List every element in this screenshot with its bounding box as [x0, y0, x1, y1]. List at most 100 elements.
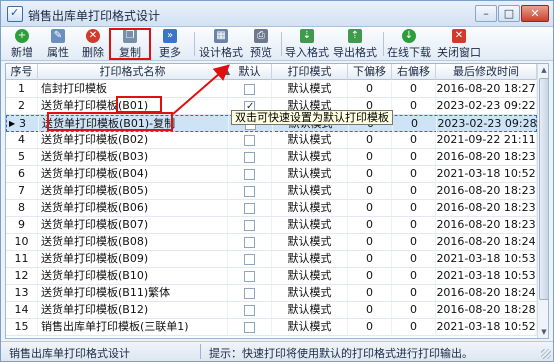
window-title: 销售出库单打印格式设计: [28, 9, 161, 23]
cell-default-checkbox: [228, 251, 272, 267]
table-row[interactable]: 7 送货单打印模板(B05) 默认模式 0 0 2016-08-20 18:23: [6, 183, 537, 200]
import-format-button[interactable]: ⇣ 导入格式: [285, 28, 329, 59]
default-checkbox[interactable]: [244, 305, 255, 316]
cell-down-offset: 0: [348, 149, 392, 165]
resize-grip-icon[interactable]: [541, 349, 551, 359]
status-hint: 提示：快速打印将使用默认的打印格式进行打印输出。: [209, 347, 473, 360]
close-window-icon: ✕: [452, 29, 466, 43]
cell-modified-time: 2023-02-23 09:22: [436, 98, 537, 114]
sort-arrow-icon: ▲: [224, 67, 231, 76]
cell-format-name: 送货单打印模板(B02): [38, 132, 228, 148]
import-icon: ⇣: [300, 29, 314, 43]
cell-down-offset: 0: [348, 166, 392, 182]
cell-down-offset: 0: [348, 81, 392, 97]
maximize-button[interactable]: □: [498, 5, 520, 22]
vertical-scrollbar[interactable]: ▲ ▼: [537, 64, 548, 338]
cell-right-offset: 0: [392, 98, 436, 114]
table-row[interactable]: 13 送货单打印模板(B11)繁体 默认模式 0 0 2016-08-20 18:24: [6, 285, 537, 302]
default-checkbox[interactable]: [244, 220, 255, 231]
more-icon: »: [163, 29, 177, 43]
cell-default-checkbox: [228, 217, 272, 233]
cell-down-offset: 0: [348, 234, 392, 250]
scroll-up-icon[interactable]: ▲: [539, 64, 548, 76]
more-button[interactable]: » 更多: [153, 28, 187, 59]
toolbar-separator: [281, 32, 282, 56]
cell-print-mode: 默认模式: [272, 81, 348, 97]
cell-no: 10: [6, 234, 38, 250]
export-format-button[interactable]: ⇡ 导出格式: [333, 28, 377, 59]
cell-format-name: 送货单打印模板(B04): [38, 166, 228, 182]
delete-button[interactable]: ✕ 删除: [78, 28, 108, 59]
close-window-button[interactable]: ✕ 关闭窗口: [437, 28, 481, 59]
table-row[interactable]: 9 送货单打印模板(B07) 默认模式 0 0 2016-08-20 18:23: [6, 217, 537, 234]
default-checkbox[interactable]: [244, 84, 255, 95]
scroll-down-icon[interactable]: ▼: [539, 326, 548, 338]
default-checkbox[interactable]: [244, 271, 255, 282]
cell-right-offset: 0: [392, 268, 436, 284]
table-row[interactable]: 10 送货单打印模板(B08) 默认模式 0 0 2016-08-20 18:24: [6, 234, 537, 251]
default-checkbox[interactable]: [244, 135, 255, 146]
default-checkbox[interactable]: [244, 203, 255, 214]
cell-down-offset: 0: [348, 132, 392, 148]
cell-print-mode: 默认模式: [272, 319, 348, 335]
cell-right-offset: 0: [392, 302, 436, 318]
minimize-button[interactable]: –: [475, 5, 497, 22]
table-row[interactable]: 8 送货单打印模板(B06) 默认模式 0 0 2016-08-20 18:23: [6, 200, 537, 217]
col-header-down-offset[interactable]: 下偏移: [348, 64, 392, 80]
cell-modified-time: 2016-08-20 18:23: [436, 149, 537, 165]
cell-print-mode: 默认模式: [272, 268, 348, 284]
default-checkbox[interactable]: [244, 237, 255, 248]
cell-print-mode: 默认模式: [272, 217, 348, 233]
table-row[interactable]: 5 送货单打印模板(B03) 默认模式 0 0 2016-08-20 18:23: [6, 149, 537, 166]
cell-modified-time: 2021-03-18 10:52: [436, 319, 537, 335]
cell-no: 15: [6, 319, 38, 335]
cell-down-offset: 0: [348, 302, 392, 318]
copied-row-highlight-box: [47, 112, 173, 131]
title-bar[interactable]: 销售出库单打印格式设计 – □ ✕: [1, 1, 553, 27]
properties-button[interactable]: ✎ 属性: [43, 28, 73, 59]
col-header-name[interactable]: 打印格式名称: [38, 64, 228, 80]
default-checkbox[interactable]: [244, 186, 255, 197]
cell-right-offset: 0: [392, 149, 436, 165]
col-header-modified[interactable]: 最后修改时间: [436, 64, 537, 80]
cell-modified-time: 2016-08-20 18:24: [436, 234, 537, 250]
scroll-thumb[interactable]: [539, 78, 548, 300]
add-icon: +: [15, 29, 29, 43]
table-row[interactable]: 15 销售出库单打印模板(三联单1) 默认模式 0 0 2021-03-18 10:52: [6, 319, 537, 336]
cell-print-mode: 默认模式: [272, 234, 348, 250]
design-icon: ▦: [214, 29, 228, 43]
preview-button[interactable]: ⎙ 预览: [247, 28, 275, 59]
table-row[interactable]: 6 送货单打印模板(B04) 默认模式 0 0 2021-03-18 10:52: [6, 166, 537, 183]
cell-format-name: 送货单打印模板(B03): [38, 149, 228, 165]
add-button[interactable]: + 新增: [7, 28, 37, 59]
default-checkbox[interactable]: [244, 152, 255, 163]
cell-no: 11: [6, 251, 38, 267]
cell-format-name: 送货单打印模板(B09): [38, 251, 228, 267]
col-header-mode[interactable]: 打印模式: [272, 64, 348, 80]
col-header-no[interactable]: 序号: [6, 64, 38, 80]
default-checkbox[interactable]: [244, 254, 255, 265]
app-icon: [7, 6, 23, 22]
cell-no: 12: [6, 268, 38, 284]
default-checkbox[interactable]: [244, 322, 255, 333]
table-row[interactable]: 1 信封打印模板 默认模式 0 0 2016-08-20 18:27: [6, 81, 537, 98]
cell-default-checkbox: [228, 149, 272, 165]
default-checkbox[interactable]: [244, 288, 255, 299]
table-row[interactable]: 12 送货单打印模板(B10) 默认模式 0 0 2021-03-18 10:53: [6, 268, 537, 285]
cell-default-checkbox: [228, 319, 272, 335]
cell-print-mode: 默认模式: [272, 149, 348, 165]
cell-no: 9: [6, 217, 38, 233]
table-row[interactable]: 4 送货单打印模板(B02) 默认模式 0 0 2021-09-22 21:11: [6, 132, 537, 149]
cell-default-checkbox: [228, 285, 272, 301]
col-header-default[interactable]: 默认: [228, 64, 272, 80]
cell-modified-time: 2016-08-20 18:23: [436, 217, 537, 233]
col-header-right-offset[interactable]: 右偏移: [392, 64, 436, 80]
table-row[interactable]: 11 送货单打印模板(B09) 默认模式 0 0 2021-03-18 10:53: [6, 251, 537, 268]
cell-modified-time: 2016-08-20 18:23: [436, 200, 537, 216]
window-close-button[interactable]: ✕: [521, 5, 549, 22]
default-checkbox[interactable]: [244, 169, 255, 180]
table-row[interactable]: 14 送货单打印模板(B12) 默认模式 0 0 2016-08-20 18:28: [6, 302, 537, 319]
cell-format-name: 送货单打印模板(B11)繁体: [38, 285, 228, 301]
online-download-button[interactable]: ↓ 在线下载: [387, 28, 431, 59]
design-format-button[interactable]: ▦ 设计格式: [199, 28, 243, 59]
